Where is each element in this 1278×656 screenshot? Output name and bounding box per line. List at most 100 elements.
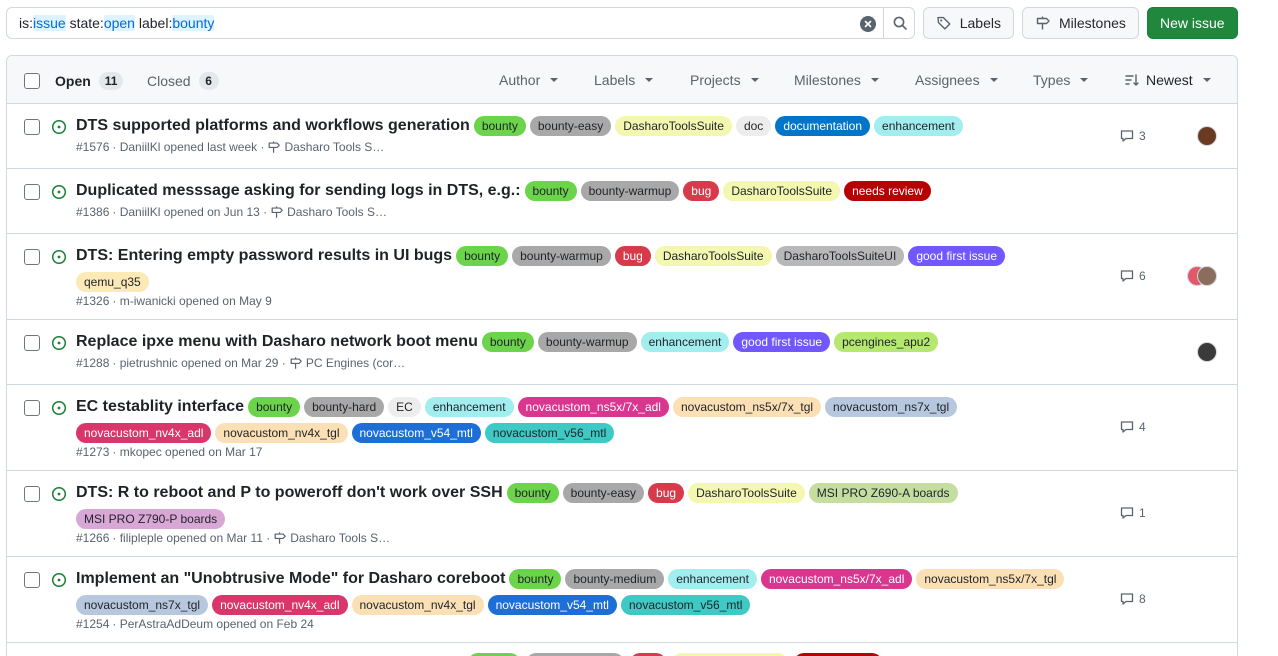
issue-label[interactable]: DasharoToolsSuiteUI bbox=[775, 246, 905, 266]
issue-row[interactable]: Replace ipxe menu with Dasharo network b… bbox=[7, 320, 1237, 385]
issue-title-link[interactable]: EC testablity interface bbox=[76, 395, 244, 419]
filter-milestones[interactable]: Milestones bbox=[794, 72, 879, 88]
issue-row[interactable]: DTS: Entering empty password results in … bbox=[7, 234, 1237, 320]
issue-checkbox[interactable] bbox=[24, 572, 40, 588]
issue-label[interactable]: novacustom_ns5x/7x_adl bbox=[517, 397, 669, 417]
issue-label[interactable]: novacustom_v56_mtl bbox=[620, 595, 751, 615]
tab-closed[interactable]: Closed 6 bbox=[147, 72, 219, 90]
issue-milestone-link[interactable]: Dasharo Tools S… bbox=[284, 140, 384, 154]
issue-label[interactable]: enhancement bbox=[668, 569, 757, 589]
issue-label[interactable]: bounty-easy bbox=[562, 483, 645, 503]
issue-row[interactable] bbox=[7, 643, 1237, 656]
search-query[interactable]: is:issue state:open label:bounty bbox=[19, 15, 215, 31]
issue-label[interactable]: DasharoToolsSuite bbox=[688, 483, 805, 503]
issue-label[interactable]: bounty bbox=[524, 181, 577, 201]
issue-title-link[interactable]: Duplicated messsage asking for sending l… bbox=[76, 179, 521, 203]
issue-label[interactable]: bug bbox=[683, 181, 720, 201]
issue-row[interactable]: Implement an "Unobtrusive Mode" for Dash… bbox=[7, 557, 1237, 643]
assignee-avatar[interactable] bbox=[1197, 266, 1217, 286]
issue-label[interactable]: needs review bbox=[844, 181, 931, 201]
issue-milestone-link[interactable]: PC Engines (cor… bbox=[306, 356, 405, 370]
issue-label[interactable]: bounty-warmup bbox=[580, 181, 680, 201]
issue-label[interactable]: DasharoToolsSuite bbox=[615, 116, 732, 136]
issue-row[interactable]: DTS: R to reboot and P to poweroff don't… bbox=[7, 471, 1237, 557]
issue-label[interactable]: MSI PRO Z790-P boards bbox=[76, 509, 226, 529]
issue-checkbox[interactable] bbox=[24, 184, 40, 200]
issue-label[interactable]: EC bbox=[388, 397, 421, 417]
issue-label[interactable]: bounty-warmup bbox=[512, 246, 611, 266]
issue-milestone-link[interactable]: Dasharo Tools S… bbox=[287, 205, 387, 219]
issue-label[interactable]: bounty bbox=[248, 397, 301, 417]
comments-link[interactable]: 1 bbox=[1119, 505, 1146, 521]
issue-label[interactable]: novacustom_nv4x_tgl bbox=[351, 595, 484, 615]
issue-row[interactable]: Duplicated messsage asking for sending l… bbox=[7, 169, 1237, 234]
issue-checkbox[interactable] bbox=[24, 335, 40, 351]
issue-milestone-link[interactable]: Dasharo Tools S… bbox=[290, 531, 390, 545]
tab-open[interactable]: Open 11 bbox=[55, 72, 124, 90]
assignee-avatar[interactable] bbox=[1197, 342, 1217, 362]
issue-label[interactable]: bounty bbox=[506, 483, 559, 503]
issue-label[interactable]: qemu_q35 bbox=[76, 272, 149, 292]
issue-label[interactable]: enhancement bbox=[640, 332, 730, 352]
issue-checkbox[interactable] bbox=[24, 249, 40, 265]
issue-checkbox[interactable] bbox=[24, 400, 40, 416]
comments-link[interactable]: 8 bbox=[1119, 591, 1146, 607]
filter-types[interactable]: Types bbox=[1033, 72, 1089, 88]
issue-label[interactable]: doc bbox=[735, 116, 772, 136]
issue-title-link[interactable]: DTS supported platforms and workflows ge… bbox=[76, 114, 470, 138]
issue-label[interactable]: enhancement bbox=[424, 397, 514, 417]
issue-label[interactable]: novacustom_nv4x_adl bbox=[76, 423, 212, 443]
issue-label[interactable]: documentation bbox=[775, 116, 871, 136]
issue-label[interactable]: novacustom_v56_mtl bbox=[484, 423, 615, 443]
issue-label[interactable]: novacustom_v54_mtl bbox=[487, 595, 617, 615]
issue-label[interactable]: bug bbox=[648, 483, 685, 503]
new-issue-button[interactable]: New issue bbox=[1147, 7, 1238, 39]
comments-link[interactable]: 4 bbox=[1119, 419, 1146, 435]
issue-label[interactable]: pcengines_apu2 bbox=[834, 332, 939, 352]
issue-label[interactable]: bounty-warmup bbox=[537, 332, 637, 352]
issue-label[interactable]: novacustom_ns5x/7x_tgl bbox=[672, 397, 822, 417]
comments-link[interactable]: 6 bbox=[1119, 268, 1146, 284]
filter-labels[interactable]: Labels bbox=[594, 72, 654, 88]
issue-checkbox[interactable] bbox=[24, 119, 40, 135]
issue-row[interactable]: EC testablity interface bounty bounty-hard… bbox=[7, 385, 1237, 471]
issue-label[interactable]: good first issue bbox=[733, 332, 831, 352]
issue-label[interactable]: novacustom_v54_mtl bbox=[351, 423, 481, 443]
filter-projects[interactable]: Projects bbox=[690, 72, 759, 88]
issue-title-link[interactable]: DTS: Entering empty password results in … bbox=[76, 244, 452, 268]
issue-label[interactable]: bounty-easy bbox=[529, 116, 612, 136]
issue-label[interactable]: MSI PRO Z690-A boards bbox=[808, 483, 958, 503]
filter-assignees[interactable]: Assignees bbox=[915, 72, 998, 88]
issue-checkbox[interactable] bbox=[24, 486, 40, 502]
issue-label[interactable]: novacustom_ns5x/7x_adl bbox=[760, 569, 913, 589]
search-button[interactable] bbox=[883, 7, 916, 39]
issue-label[interactable]: bounty-medium bbox=[565, 569, 665, 589]
issue-label[interactable]: novacustom_ns7x_tgl bbox=[825, 397, 958, 417]
issue-title-link[interactable]: DTS: R to reboot and P to poweroff don't… bbox=[76, 481, 503, 505]
issue-label[interactable]: novacustom_ns5x/7x_tgl bbox=[916, 569, 1065, 589]
issue-label[interactable]: good first issue bbox=[908, 246, 1006, 266]
issue-row[interactable]: DTS supported platforms and workflows ge… bbox=[7, 104, 1237, 169]
issue-label[interactable]: bounty-hard bbox=[304, 397, 385, 417]
sort-dropdown[interactable]: Newest bbox=[1124, 72, 1211, 88]
issue-title-link[interactable]: Replace ipxe menu with Dasharo network b… bbox=[76, 330, 478, 354]
issue-label[interactable]: enhancement bbox=[874, 116, 963, 136]
issue-label[interactable]: novacustom_ns7x_tgl bbox=[76, 595, 209, 615]
issue-label[interactable]: DasharoToolsSuite bbox=[654, 246, 772, 266]
issue-label[interactable]: bounty bbox=[481, 332, 534, 352]
issue-label[interactable]: novacustom_nv4x_tgl bbox=[215, 423, 348, 443]
labels-button[interactable]: Labels bbox=[923, 7, 1014, 39]
comments-link[interactable]: 3 bbox=[1119, 128, 1146, 144]
search-input[interactable]: is:issue state:open label:bounty bbox=[6, 7, 915, 39]
select-all-checkbox[interactable] bbox=[24, 73, 40, 89]
filter-author[interactable]: Author bbox=[499, 72, 559, 88]
milestones-button[interactable]: Milestones bbox=[1022, 7, 1139, 39]
issue-title-link[interactable]: Implement an "Unobtrusive Mode" for Dash… bbox=[76, 567, 505, 591]
clear-search-icon[interactable] bbox=[860, 16, 876, 32]
issue-label[interactable]: bug bbox=[614, 246, 651, 266]
issue-label[interactable]: bounty bbox=[509, 569, 562, 589]
issue-label[interactable]: bounty bbox=[456, 246, 509, 266]
issue-label[interactable]: DasharoToolsSuite bbox=[723, 181, 841, 201]
assignee-avatar[interactable] bbox=[1197, 126, 1217, 146]
issue-label[interactable]: bounty bbox=[473, 116, 526, 136]
